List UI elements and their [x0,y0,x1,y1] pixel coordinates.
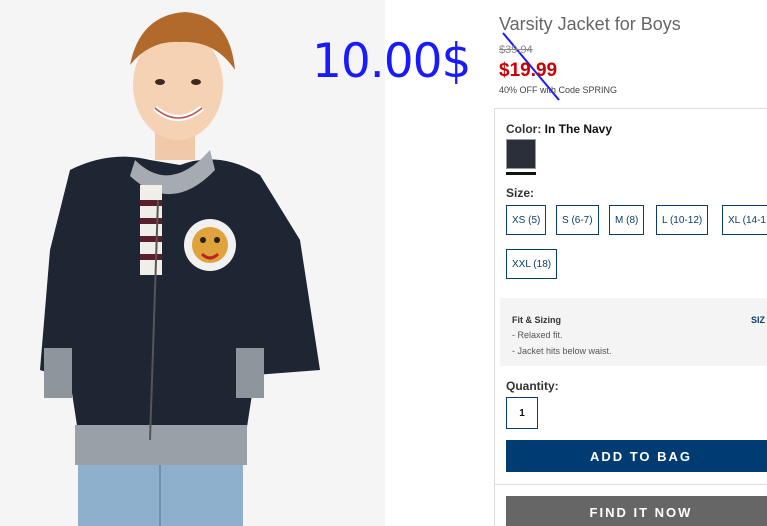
product-page: 10.00$ Varsity Jacket for Boys $39.94 $1… [0,0,767,526]
color-value: In The Navy [544,122,613,136]
size-option-l[interactable]: L (10-12) [656,205,709,235]
size-option-xxl[interactable]: XXL (18) [506,249,558,279]
sale-price: $19.99 [499,60,558,81]
add-to-bag-button[interactable]: ADD TO BAG [506,440,767,472]
divider [494,484,767,485]
annotation-price: 10.00$ [312,34,471,89]
color-label: Color: In The Navy [506,122,612,136]
find-it-now-button[interactable]: FIND IT NOW [506,496,767,526]
size-option-xl[interactable]: XL (14-1 [722,205,767,235]
size-option-m[interactable]: M (8) [609,205,645,235]
color-label-text: Color: [506,122,542,136]
size-option-xs[interactable]: XS (5) [506,205,547,235]
fit-item: - Relaxed fit. [512,330,563,340]
swatch-selected-indicator [506,172,536,175]
size-label: Size: [506,186,535,200]
size-chart-link[interactable]: SIZ [751,315,765,325]
original-price: $39.94 [499,44,533,56]
quantity-label: Quantity: [506,379,559,393]
size-option-s[interactable]: S (6-7) [556,205,599,235]
color-swatch-navy[interactable] [506,139,536,169]
fit-sizing-title: Fit & Sizing [512,315,561,325]
quantity-input[interactable]: 1 [506,397,538,429]
promo-text: 40% OFF with Code SPRING [499,85,618,95]
product-title: Varsity Jacket for Boys [499,14,681,34]
fit-item: - Jacket hits below waist. [512,346,612,356]
